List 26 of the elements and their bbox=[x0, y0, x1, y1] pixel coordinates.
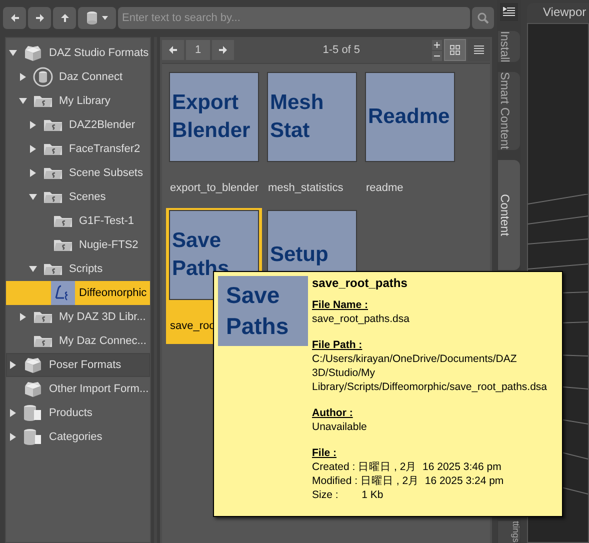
section-heading: Author : bbox=[312, 406, 354, 420]
section-heading: File Path : bbox=[312, 338, 364, 352]
thumbnail-text: Save bbox=[171, 228, 222, 254]
thumbnail-text: Save bbox=[226, 280, 280, 310]
section-text: Library/Scripts/Diffeomorphic/save_root_paths.dsa bbox=[312, 380, 548, 394]
section-text: 3D/Studio/My bbox=[312, 366, 376, 380]
thumbnail-text: Stat bbox=[269, 118, 310, 144]
thumbnail-text: Export bbox=[171, 90, 239, 116]
thumbnail-text: Readme bbox=[367, 104, 450, 130]
section-text: save_root_paths.dsa bbox=[312, 312, 410, 326]
section-text: Size : 1 Kb bbox=[312, 488, 384, 502]
thumbnail-text: Setup bbox=[269, 242, 328, 268]
section-heading: File : bbox=[312, 446, 338, 460]
tooltip-title: save_root_paths bbox=[312, 276, 408, 290]
result-count: 1-5 of 5 bbox=[322, 42, 360, 58]
section-text: C:/Users/kirayan/OneDrive/Documents/DAZ bbox=[312, 352, 518, 366]
item-label: readme bbox=[365, 181, 404, 196]
section-text: Unavailable bbox=[312, 420, 368, 434]
thumbnail-text: Blender bbox=[171, 118, 250, 144]
section-text: Modified : 日曜日 , 2月 16 2025 3:24 pm bbox=[312, 474, 505, 488]
section-heading: File Name : bbox=[312, 298, 370, 312]
section-text: Created : 日曜日 , 2月 16 2025 3:46 pm bbox=[312, 460, 502, 474]
thumbnail-text: Paths bbox=[226, 312, 289, 341]
thumbnail-text: Mesh bbox=[269, 90, 324, 116]
item-label: export_to_blender bbox=[169, 181, 259, 196]
item-label: mesh_statistics bbox=[267, 181, 344, 196]
